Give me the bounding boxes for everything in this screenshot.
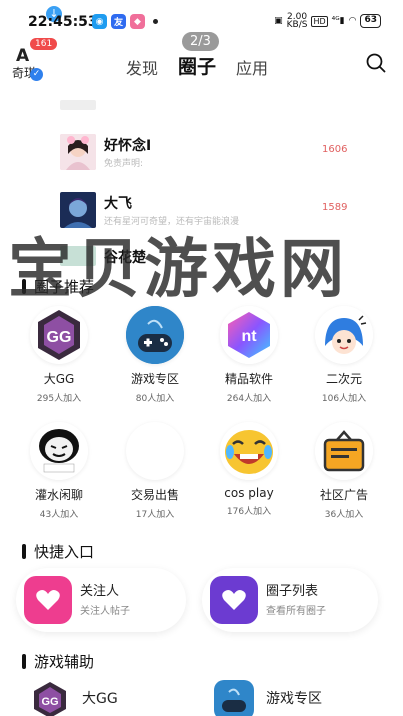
gamepad-icon [214, 680, 254, 716]
quick-entry-circle-list[interactable]: 圈子列表 查看所有圈子 [202, 568, 378, 632]
circle-item-cosplay[interactable]: cos play 176人加入 [204, 422, 294, 517]
section-bar [22, 654, 26, 669]
list-item[interactable]: 谷花楚 [60, 246, 360, 286]
quick-entry-subtitle: 关注人帖子 [80, 606, 130, 617]
circle-name: 大GG [43, 372, 75, 386]
circle-count: 80人加入 [135, 394, 175, 404]
section-header-quick: 快捷入口 [22, 541, 94, 562]
circle-count: 106人加入 [321, 394, 367, 404]
section-bar [22, 544, 26, 559]
game-item-game-zone[interactable]: 游戏专区 [206, 680, 386, 716]
circle-count: 43人加入 [39, 510, 79, 520]
circle-name: 交易出售 [130, 488, 179, 502]
signal-icon: ⁴ᴳ▮ [331, 16, 345, 26]
anime-character-icon [315, 306, 373, 364]
avatar [60, 134, 96, 170]
wifi-icon: ◠ [348, 16, 357, 26]
search-button[interactable] [365, 52, 387, 74]
circle-item-anime[interactable]: 二次元 106人加入 [299, 306, 389, 404]
circle-item-trade[interactable]: 交易出售 17人加入 [110, 422, 200, 520]
status-right-icons: ▣ 2.00 KB/S HD ⁴ᴳ▮ ◠ 63 [274, 12, 381, 30]
search-icon [366, 53, 386, 73]
circle-name: 游戏专区 [130, 372, 179, 386]
list-item[interactable]: 大飞 还有星河可奇望，还有宇宙能浪漫 1589 [60, 192, 360, 232]
gamepad-icon [126, 306, 184, 364]
net-speed: 2.00 KB/S [286, 12, 308, 30]
gg-icon: GG [30, 680, 70, 716]
user-score: 1606 [322, 144, 348, 155]
user-name: 大飞 [104, 196, 132, 212]
user-name: 好怀念I [104, 138, 152, 154]
gg-icon: GG [30, 306, 88, 364]
circle-count: 176人加入 [226, 507, 272, 517]
page-indicator: 2/3 [182, 32, 219, 51]
hd-icon: HD [311, 15, 328, 27]
svg-text:nt: nt [241, 328, 257, 345]
app-notification-icon: 友 [111, 14, 126, 29]
tab-discover[interactable]: 发现 [126, 55, 158, 79]
svg-text:GG: GG [47, 329, 72, 346]
circle-count: 36人加入 [324, 510, 364, 520]
circle-count: 17人加入 [135, 510, 175, 520]
section-title: 游戏辅助 [34, 653, 95, 671]
notification-badge: 161 [30, 38, 58, 50]
laughing-emoji-icon [220, 422, 278, 480]
heart-icon [210, 576, 258, 624]
heart-icon [24, 576, 72, 624]
status-time: 22:45:53 [28, 14, 98, 30]
tab-circle[interactable]: 圈子 [178, 52, 216, 79]
section-header-game: 游戏辅助 [22, 651, 94, 672]
user-name: 谷花楚 [104, 250, 146, 266]
avatar [60, 192, 96, 228]
circle-name: 精品软件 [224, 372, 273, 386]
avatar [60, 246, 96, 266]
svg-text:GG: GG [41, 696, 58, 708]
user-desc: 还有星河可奇望，还有宇宙能浪漫 [104, 217, 240, 227]
tab-apps[interactable]: 应用 [236, 55, 268, 79]
circle-name: 二次元 [325, 372, 362, 386]
top-header: A 奇琪 ✓ 161 2/3 发现 圈子 应用 [0, 32, 403, 86]
status-bar: ↓ 22:45:53 ◉ 友 ◆ ▣ 2.00 KB/S HD ⁴ᴳ▮ ◠ 63 [0, 0, 403, 36]
section-header-recommend: 圈子推荐 [22, 276, 94, 297]
user-score: 1589 [322, 202, 348, 213]
circle-item-biggg[interactable]: GG 大GG 295人加入 [14, 306, 104, 404]
app-logo[interactable]: A 奇琪 ✓ [12, 46, 46, 81]
qq-icon: ◉ [92, 14, 107, 29]
status-notification-icons: ◉ 友 ◆ [92, 14, 158, 29]
game-name: 大GG [82, 691, 118, 707]
logo-mark-icon: A [16, 46, 30, 66]
top-tabs: 发现 圈子 应用 [126, 52, 268, 79]
quick-entry-title: 关注人 [80, 584, 120, 599]
game-name: 游戏专区 [266, 691, 322, 707]
quick-entry-title: 圈子列表 [266, 584, 319, 599]
section-title: 快捷入口 [34, 543, 95, 561]
game-item-biggg[interactable]: GG 大GG [22, 680, 202, 716]
circle-item-game-zone[interactable]: 游戏专区 80人加入 [110, 306, 200, 404]
app-notification-icon-2: ◆ [130, 14, 145, 29]
circle-item-software[interactable]: nt 精品软件 264人加入 [204, 306, 294, 404]
circle-count: 295人加入 [36, 394, 82, 404]
section-title: 圈子推荐 [34, 278, 95, 296]
billboard-icon [315, 422, 373, 480]
more-dot-icon [153, 19, 158, 24]
list-item[interactable]: 好怀念I 免责声明: 1606 [60, 134, 360, 174]
blank-circle-icon [126, 422, 184, 480]
circle-item-ads[interactable]: 社区广告 36人加入 [299, 422, 389, 520]
nt-app-icon: nt [220, 306, 278, 364]
quick-entry-following[interactable]: 关注人 关注人帖子 [16, 568, 186, 632]
circle-count: 264人加入 [226, 394, 272, 404]
circle-name: 灌水闲聊 [34, 488, 83, 502]
nfc-icon: ▣ [274, 16, 283, 26]
circle-item-chat[interactable]: 灌水闲聊 43人加入 [14, 422, 104, 520]
list-item-partial [60, 100, 96, 110]
quick-entry-subtitle: 查看所有圈子 [266, 606, 326, 617]
circle-name: cos play [224, 486, 274, 500]
circle-name: 社区广告 [319, 488, 368, 502]
meme-face-icon [30, 422, 88, 480]
user-desc: 免责声明: [104, 159, 144, 169]
verified-icon: ✓ [30, 68, 43, 81]
section-bar [22, 279, 26, 294]
battery-icon: 63 [360, 14, 381, 28]
